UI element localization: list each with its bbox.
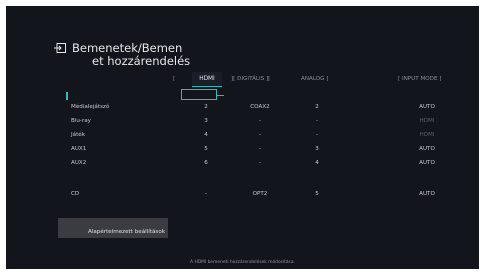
tab-digital[interactable]: ][ DIGITÁLIS ][ xyxy=(231,76,270,82)
table-row[interactable]: Játék 4 - - HDMI xyxy=(6,132,479,141)
cell-analog: 3 xyxy=(315,146,319,152)
default-settings-label: Alapértelmezett beállítások xyxy=(88,229,166,235)
page-title-line2: et hozzárendelés xyxy=(92,54,191,68)
cell-input-mode: HDMI xyxy=(419,118,435,124)
row-name: AUX1 xyxy=(71,146,87,152)
input-icon xyxy=(54,43,66,53)
cell-input-mode: HDMI xyxy=(419,132,435,138)
row-name: AUX2 xyxy=(71,160,87,166)
help-text: A HDMI bemeneti hozzárendelések módosítá… xyxy=(190,260,295,265)
tab-hdmi[interactable]: HDMI xyxy=(192,72,222,86)
cell-hdmi: 6 xyxy=(204,160,208,166)
cell-analog: 5 xyxy=(315,191,319,197)
table-row[interactable]: AUX2 6 - 4 AUTO xyxy=(6,160,479,169)
cell-input-mode: AUTO xyxy=(419,104,435,110)
page-title: Bemenetek/Bemen et hozzárendelés xyxy=(72,42,202,68)
cell-digital: - xyxy=(258,118,262,124)
table-row[interactable]: CD - OPT2 5 AUTO xyxy=(6,191,479,200)
row-name: Médialejátszó xyxy=(71,104,110,110)
screen: Bemenetek/Bemen et hozzárendelés [ HDMI … xyxy=(0,0,485,275)
cell-analog: - xyxy=(315,132,319,138)
focus-highlight xyxy=(181,89,224,100)
cell-hdmi: 2 xyxy=(204,104,208,110)
default-settings-button[interactable]: Alapértelmezett beállítások xyxy=(58,218,168,238)
cell-hdmi: 5 xyxy=(204,146,208,152)
tab-hdmi-underline xyxy=(192,86,222,87)
cell-hdmi: - xyxy=(204,191,208,197)
row-name: Játék xyxy=(71,132,85,138)
cell-digital: - xyxy=(258,132,262,138)
table-row[interactable]: Blu-ray 3 - - HDMI xyxy=(6,118,479,127)
header-bracket-open: [ xyxy=(173,76,176,82)
tab-input-mode[interactable]: [ INPUT MODE ] xyxy=(398,76,442,82)
cell-analog: 2 xyxy=(315,104,319,110)
tab-hdmi-label: HDMI xyxy=(199,76,215,82)
cell-digital: OPT2 xyxy=(252,191,268,197)
row-name: Blu-ray xyxy=(71,118,91,124)
cell-digital: - xyxy=(258,146,262,152)
tab-analog[interactable]: ANALOG ] xyxy=(301,76,328,82)
cell-analog: 4 xyxy=(315,160,319,166)
cell-digital: COAX2 xyxy=(250,104,270,110)
page-title-line1: Bemenetek/Bemen xyxy=(72,41,183,55)
cell-input-mode: AUTO xyxy=(419,146,435,152)
input-assign-menu: Bemenetek/Bemen et hozzárendelés [ HDMI … xyxy=(6,6,479,269)
cell-input-mode: AUTO xyxy=(419,191,435,197)
cell-hdmi: 3 xyxy=(204,118,208,124)
cell-digital: - xyxy=(258,160,262,166)
row-name: CD xyxy=(71,191,80,197)
table-row[interactable]: AUX1 5 - 3 AUTO xyxy=(6,146,479,155)
cell-analog: - xyxy=(315,118,319,124)
row-cursor-marker xyxy=(66,92,68,100)
cell-input-mode: AUTO xyxy=(419,160,435,166)
cell-hdmi: 4 xyxy=(204,132,208,138)
table-row[interactable]: Médialejátszó 2 COAX2 2 AUTO xyxy=(6,104,479,113)
